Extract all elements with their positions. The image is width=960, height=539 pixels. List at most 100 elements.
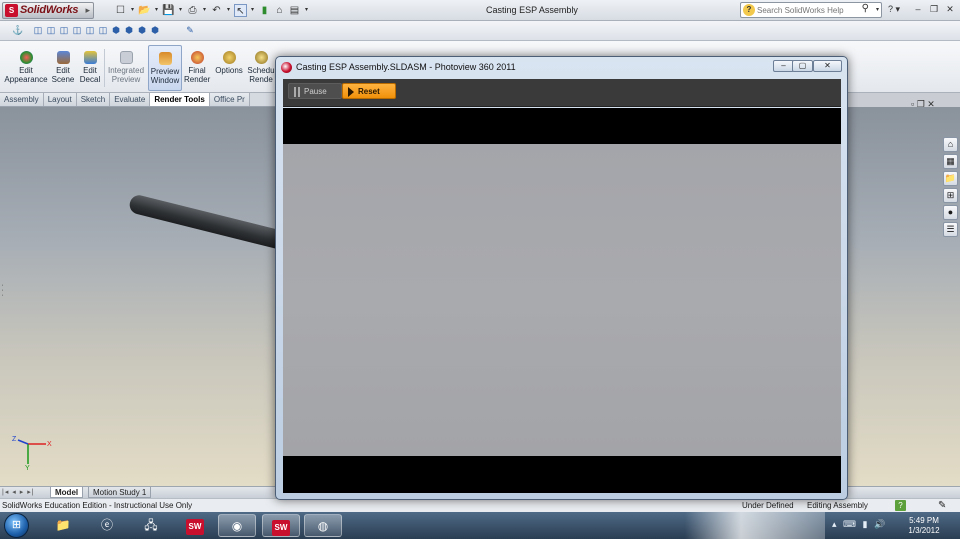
render-canvas[interactable] <box>283 108 841 493</box>
chevron-down-icon[interactable]: ▾ <box>876 6 879 13</box>
print-icon[interactable]: ⎙ <box>186 4 199 17</box>
viewport-window-controls[interactable]: ▫ ❐ ✕ <box>911 99 935 110</box>
anchor-icon[interactable]: ⚓ <box>12 24 24 37</box>
options-button[interactable]: Options <box>214 45 244 91</box>
close-icon[interactable]: ✕ <box>813 60 842 72</box>
help-question-icon: ? <box>743 4 755 16</box>
feature-tree-toggle-handle[interactable]: · · · <box>0 282 5 301</box>
play-icon <box>348 87 354 97</box>
view-orient-iso-icon[interactable]: ⬢ <box>110 24 122 37</box>
edit-scene-button[interactable]: Edit Scene <box>50 45 76 91</box>
taskbar-highlight <box>685 512 825 539</box>
rebuild-icon[interactable]: ▮ <box>258 4 271 17</box>
chevron-down-icon[interactable]: ▾ <box>153 4 160 17</box>
custom-properties-icon[interactable]: ☰ <box>943 222 958 237</box>
undo-icon[interactable]: ↶ <box>210 4 223 17</box>
solidworks-taskbar-icon[interactable]: SW <box>176 514 214 537</box>
taskbar-clock[interactable]: 5:49 PM 1/3/2012 <box>900 516 948 536</box>
tab-motion-study[interactable]: Motion Study 1 <box>88 487 152 498</box>
integrated-preview-icon <box>119 51 133 64</box>
preview-window-button[interactable]: Preview Window <box>148 45 182 91</box>
edit-appearance-button[interactable]: Edit Appearance <box>4 45 48 91</box>
appearances-scenes-icon[interactable]: ● <box>943 205 958 220</box>
scene-icon <box>56 51 70 64</box>
maximize-icon[interactable]: ▢ <box>792 60 813 72</box>
help-menu-icon[interactable]: ? ▾ <box>888 4 900 15</box>
tab-model[interactable]: Model <box>50 487 84 498</box>
open-folder-icon[interactable]: 📂 <box>138 4 151 17</box>
save-icon[interactable]: 💾 <box>162 4 175 17</box>
status-bar: SolidWorks Education Edition - Instructi… <box>0 498 960 512</box>
render-preview-area <box>283 144 841 456</box>
explorer-taskbar-icon[interactable]: 📁 <box>44 514 82 537</box>
chevron-down-icon[interactable]: ▾ <box>129 4 136 17</box>
reference-triad: X Y Z <box>12 436 52 470</box>
solidworks-menu-button[interactable]: S SolidWorks ▸ <box>2 2 94 19</box>
internet-explorer-taskbar-icon[interactable]: ⓔ <box>88 514 126 537</box>
quick-tips-icon[interactable]: ? <box>895 500 906 511</box>
close-icon[interactable]: ✕ <box>944 3 956 15</box>
view-orient-trimetric-icon[interactable]: ⬢ <box>136 24 148 37</box>
sketch-tool-icon[interactable]: ✎ <box>184 24 196 37</box>
ds-logo-icon: S <box>5 4 18 17</box>
chevron-down-icon[interactable]: ▾ <box>177 4 184 17</box>
file-explorer-icon[interactable]: 📁 <box>943 171 958 186</box>
file-properties-icon[interactable]: ⌂ <box>273 4 286 17</box>
view-orient-normal-icon[interactable]: ⬢ <box>149 24 161 37</box>
help-search-box[interactable]: ? ⚲ ▾ <box>740 2 882 18</box>
view-palette-icon[interactable]: ⊞ <box>943 188 958 203</box>
view-orient-right-icon[interactable]: ◫ <box>71 24 83 37</box>
system-tray[interactable]: ▴ ⌨ ▮ 🔊 <box>832 519 887 530</box>
tab-layout[interactable]: Layout <box>43 93 77 106</box>
firefox-taskbar-icon[interactable]: ◉ <box>218 514 256 537</box>
schedule-render-button[interactable]: Schedu Rende <box>246 45 276 91</box>
new-document-icon[interactable]: ☐ <box>114 4 127 17</box>
options-gear-icon <box>222 51 236 64</box>
z-axis-line <box>17 439 29 445</box>
solidworks-open-taskbar-icon[interactable]: SW <box>262 514 300 537</box>
windows-logo-icon: ⊞ <box>11 519 22 531</box>
select-pointer-icon[interactable]: ↖ <box>234 4 247 17</box>
view-orient-bottom-icon[interactable]: ◫ <box>97 24 109 37</box>
home-icon[interactable]: ⌂ <box>943 137 958 152</box>
photoview-taskbar-icon[interactable]: ◍ <box>304 514 342 537</box>
view-orient-top-icon[interactable]: ◫ <box>84 24 96 37</box>
minimize-icon[interactable]: – <box>912 3 924 15</box>
preview-window-icon <box>158 52 172 65</box>
definition-status: Under Defined <box>742 501 794 510</box>
help-search-input[interactable] <box>757 4 857 17</box>
options-icon[interactable]: ▤ <box>288 4 301 17</box>
network-taskbar-icon[interactable]: 🖧 <box>132 514 170 537</box>
logo-text: SolidWorks <box>20 4 79 16</box>
minimize-icon[interactable]: – <box>773 60 794 72</box>
view-orient-front-icon[interactable]: ◫ <box>32 24 44 37</box>
search-icon[interactable]: ⚲ <box>862 3 869 14</box>
clock-date: 1/3/2012 <box>908 526 940 535</box>
tab-scroll-arrows-icon[interactable]: |◂ ◂ ▸ ▸| <box>2 488 35 496</box>
ribbon-separator <box>104 49 105 87</box>
rebuild-pencil-icon[interactable]: ✎ <box>938 499 946 512</box>
edit-decal-button[interactable]: Edit Decal <box>78 45 102 91</box>
tab-office-products[interactable]: Office Pr <box>209 93 250 106</box>
z-axis-label: Z <box>12 436 17 443</box>
restore-icon[interactable]: ❐ <box>928 3 940 15</box>
pause-button[interactable]: Pause <box>288 83 342 99</box>
tab-sketch[interactable]: Sketch <box>76 93 111 106</box>
integrated-preview-button[interactable]: Integrated Preview <box>106 45 146 91</box>
final-render-button[interactable]: Final Render <box>184 45 210 91</box>
view-orient-dimetric-icon[interactable]: ⬢ <box>123 24 135 37</box>
view-orient-back-icon[interactable]: ◫ <box>45 24 57 37</box>
window-title: Casting ESP Assembly <box>486 5 578 15</box>
tab-evaluate[interactable]: Evaluate <box>110 93 151 106</box>
chevron-down-icon[interactable]: ▾ <box>303 4 310 17</box>
view-orient-left-icon[interactable]: ◫ <box>58 24 70 37</box>
photoview-window-title: Casting ESP Assembly.SLDASM - Photoview … <box>296 62 516 72</box>
design-library-icon[interactable]: ▦ <box>943 154 958 169</box>
chevron-down-icon[interactable]: ▾ <box>225 4 232 17</box>
start-button[interactable]: ⊞ <box>4 513 29 538</box>
tab-assembly[interactable]: Assembly <box>0 93 44 106</box>
reset-button[interactable]: Reset <box>342 83 396 99</box>
tab-render-tools[interactable]: Render Tools <box>150 93 210 106</box>
chevron-down-icon[interactable]: ▾ <box>249 4 256 17</box>
chevron-down-icon[interactable]: ▾ <box>201 4 208 17</box>
